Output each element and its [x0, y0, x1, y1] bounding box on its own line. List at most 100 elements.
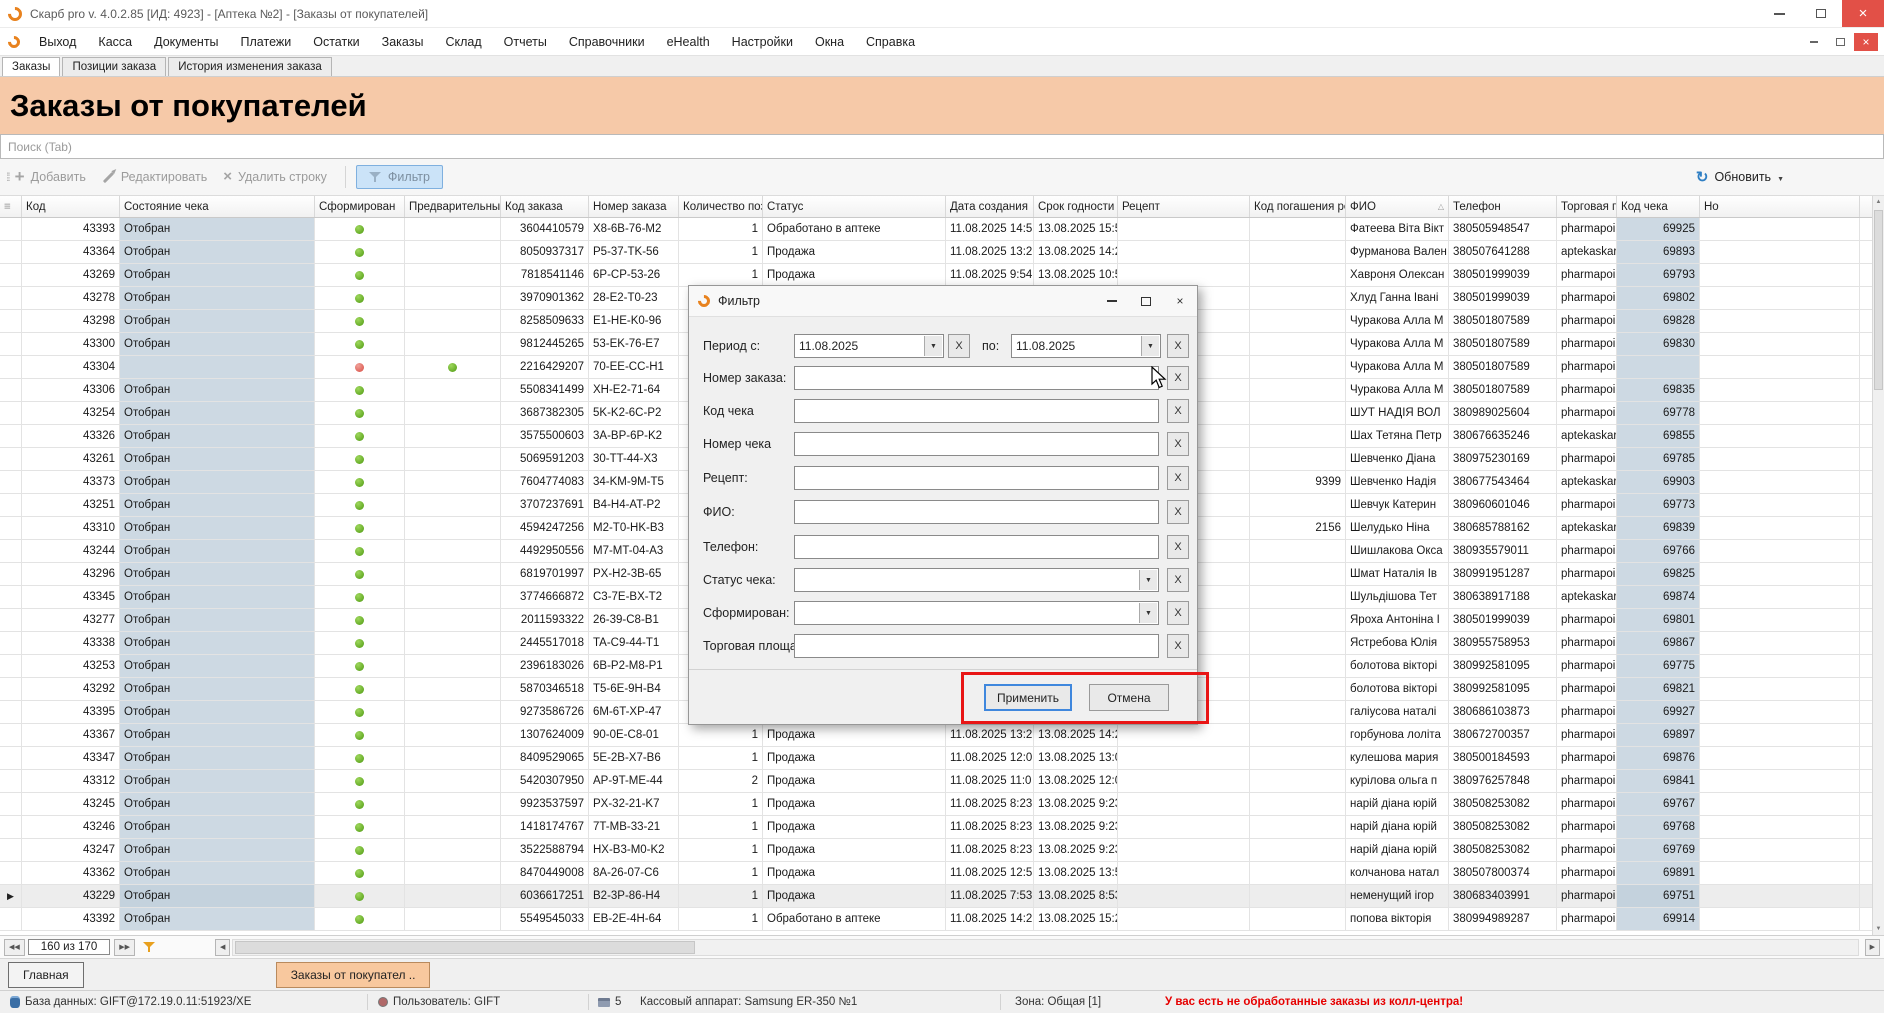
period-from-clear-button[interactable]: X — [948, 334, 970, 358]
table-row[interactable]: 43245Отобран9923537597PX-32-21-K71Продаж… — [0, 793, 1872, 816]
filter-field-статус-чека-clear-button[interactable]: X — [1167, 568, 1189, 592]
table-row[interactable]: 43312Отобран5420307950AP-9T-ME-442Продаж… — [0, 770, 1872, 793]
menu-item-платежи[interactable]: Платежи — [230, 35, 303, 49]
table-row[interactable]: 43364Отобран8050937317P5-37-TK-561Продаж… — [0, 241, 1872, 264]
column-header-platform[interactable]: Торговая пл — [1557, 196, 1617, 217]
vertical-scrollbar-thumb[interactable] — [1874, 210, 1883, 390]
column-header-redeem[interactable]: Код погашения ре — [1250, 196, 1346, 217]
filter-field-номер-чека-clear-button[interactable]: X — [1167, 432, 1189, 456]
filter-field-рецепт-clear-button[interactable]: X — [1167, 466, 1189, 490]
period-to-combobox[interactable]: 11.08.2025 ▼ — [1011, 334, 1161, 358]
chevron-down-icon[interactable]: ▼ — [1139, 570, 1157, 590]
column-header-expiry[interactable]: Срок годности — [1034, 196, 1118, 217]
menu-item-настройки[interactable]: Настройки — [721, 35, 804, 49]
column-header-check_code[interactable]: Код чека — [1617, 196, 1700, 217]
filter-field-код-чека-input[interactable] — [794, 399, 1159, 423]
filter-field-торговая-площадка-input[interactable] — [794, 634, 1159, 658]
mdi-restore-button[interactable] — [1828, 33, 1852, 51]
column-header-no[interactable]: Но — [1700, 196, 1860, 217]
vertical-scrollbar[interactable]: ▲ ▼ — [1872, 196, 1884, 935]
filter-field-телефон-clear-button[interactable]: X — [1167, 535, 1189, 559]
menu-item-справочники[interactable]: Справочники — [558, 35, 656, 49]
filter-field-номер-заказа-input[interactable] — [794, 366, 1159, 390]
column-header-phone[interactable]: Телефон — [1449, 196, 1557, 217]
filter-field-номер-заказа-clear-button[interactable]: X — [1167, 366, 1189, 390]
column-header-state[interactable]: Состояние чека — [120, 196, 315, 217]
column-header-kod[interactable]: Код — [22, 196, 120, 217]
filter-field-торговая-площадка-clear-button[interactable]: X — [1167, 634, 1189, 658]
menu-item-документы[interactable]: Документы — [143, 35, 229, 49]
column-header-formed[interactable]: Сформирован — [315, 196, 405, 217]
table-row[interactable]: 43269Отобран78185411466P-CP-53-261Продаж… — [0, 264, 1872, 287]
filter-button[interactable]: Фильтр — [356, 165, 443, 189]
chevron-down-icon[interactable]: ▼ — [924, 336, 942, 356]
add-button[interactable]: + Добавить — [15, 170, 86, 184]
column-header-status[interactable]: Статус — [763, 196, 946, 217]
column-header-qty[interactable]: Количество пози — [679, 196, 763, 217]
filter-field-телефон-input[interactable] — [794, 535, 1159, 559]
mdi-close-button[interactable]: × — [1854, 33, 1878, 51]
column-header-order_code[interactable]: Код заказа — [501, 196, 589, 217]
filter-field-фио-clear-button[interactable]: X — [1167, 500, 1189, 524]
table-row[interactable]: 43393Отобран3604410579X8-6B-76-M21Обрабо… — [0, 218, 1872, 241]
period-from-combobox[interactable]: 11.08.2025 ▼ — [794, 334, 944, 358]
table-row[interactable]: 43362Отобран84704490088A-26-07-C61Продаж… — [0, 862, 1872, 885]
close-button[interactable]: × — [1842, 0, 1884, 27]
scroll-left-button[interactable]: ◀ — [215, 939, 230, 956]
scroll-down-icon[interactable]: ▼ — [1873, 923, 1884, 935]
table-row[interactable]: 43367Отобран130762400990-0E-C8-011Продаж… — [0, 724, 1872, 747]
column-header-pre[interactable]: Предварительны — [405, 196, 501, 217]
menu-item-остатки[interactable]: Остатки — [302, 35, 370, 49]
menu-item-касса[interactable]: Касса — [87, 35, 143, 49]
edit-button[interactable]: Редактировать — [102, 170, 207, 184]
filter-field-сформирован-clear-button[interactable]: X — [1167, 601, 1189, 625]
table-row[interactable]: ▶43229Отобран6036617251B2-3P-86-H41Прода… — [0, 885, 1872, 908]
last-page-button[interactable]: ▶▶ — [114, 939, 135, 956]
delete-row-button[interactable]: × Удалить строку — [223, 170, 327, 184]
window-tab-home[interactable]: Главная — [8, 962, 84, 988]
chevron-down-icon[interactable]: ▼ — [1139, 603, 1157, 623]
column-header-order_num[interactable]: Номер заказа — [589, 196, 679, 217]
scroll-right-button[interactable]: ▶ — [1865, 939, 1880, 956]
pager-filter-icon[interactable] — [143, 941, 155, 953]
table-row[interactable]: 43347Отобран84095290655E-2B-X7-B61Продаж… — [0, 747, 1872, 770]
table-row[interactable]: 43246Отобран14181747677T-MB-33-211Продаж… — [0, 816, 1872, 839]
table-row[interactable]: 43247Отобран3522588794HX-B3-M0-K21Продаж… — [0, 839, 1872, 862]
menu-item-справка[interactable]: Справка — [855, 35, 926, 49]
filter-field-сформирован-dropdown[interactable]: ▼ — [794, 601, 1159, 625]
apply-button[interactable]: Применить — [984, 684, 1072, 711]
menu-item-окна[interactable]: Окна — [804, 35, 855, 49]
period-to-clear-button[interactable]: X — [1167, 334, 1189, 358]
scroll-up-icon[interactable]: ▲ — [1873, 196, 1884, 208]
menu-item-ehealth[interactable]: eHealth — [656, 35, 721, 49]
tab-позиции-заказа[interactable]: Позиции заказа — [62, 57, 166, 76]
dialog-maximize-button[interactable] — [1129, 286, 1163, 316]
tab-заказы[interactable]: Заказы — [2, 57, 60, 76]
tab-история-изменения-заказа[interactable]: История изменения заказа — [168, 57, 332, 76]
filter-dialog-title-bar[interactable]: Фильтр × — [689, 286, 1197, 317]
menu-item-выход[interactable]: Выход — [28, 35, 87, 49]
horizontal-scrollbar-thumb[interactable] — [235, 941, 695, 954]
table-row[interactable]: 43392Отобран5549545033EB-2E-4H-641Обрабо… — [0, 908, 1872, 931]
menu-item-заказы[interactable]: Заказы — [371, 35, 435, 49]
search-input[interactable] — [0, 134, 1884, 159]
maximize-button[interactable] — [1800, 0, 1842, 27]
menu-item-отчеты[interactable]: Отчеты — [493, 35, 558, 49]
minimize-button[interactable] — [1758, 0, 1800, 27]
window-tab-orders[interactable]: Заказы от покупател .. — [276, 962, 431, 988]
refresh-button[interactable]: ↻ Обновить ▼ — [1696, 168, 1784, 186]
dialog-minimize-button[interactable] — [1095, 286, 1129, 316]
filter-field-рецепт-input[interactable] — [794, 466, 1159, 490]
filter-field-фио-input[interactable] — [794, 500, 1159, 524]
column-header-recipe[interactable]: Рецепт — [1118, 196, 1250, 217]
cancel-button[interactable]: Отмена — [1089, 684, 1169, 711]
horizontal-scrollbar[interactable] — [232, 939, 1858, 956]
dialog-close-button[interactable]: × — [1163, 286, 1197, 316]
filter-field-код-чека-clear-button[interactable]: X — [1167, 399, 1189, 423]
filter-field-номер-чека-input[interactable] — [794, 432, 1159, 456]
chevron-down-icon[interactable]: ▼ — [1141, 336, 1159, 356]
filter-field-статус-чека-dropdown[interactable]: ▼ — [794, 568, 1159, 592]
mdi-minimize-button[interactable] — [1802, 33, 1826, 51]
column-header-fio[interactable]: ФИО△ — [1346, 196, 1449, 217]
menu-item-склад[interactable]: Склад — [434, 35, 492, 49]
